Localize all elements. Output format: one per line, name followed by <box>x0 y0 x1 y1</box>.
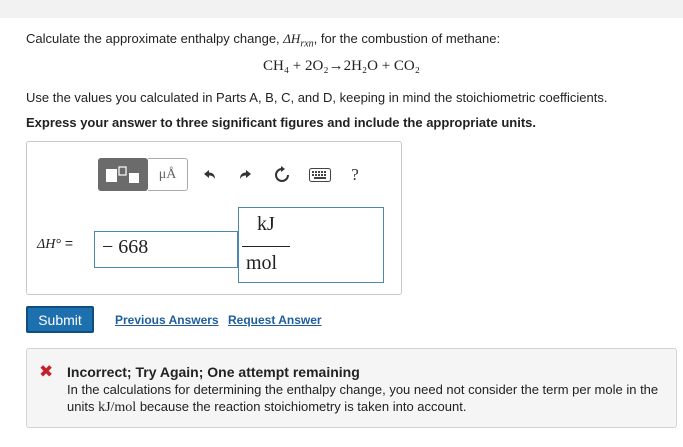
equals-sign: = <box>60 235 74 251</box>
answer-value-input[interactable]: − 668 <box>94 231 238 268</box>
rxn-subscript: rxn <box>300 38 314 50</box>
intro-text: Calculate the approximate enthalpy chang… <box>26 31 284 46</box>
templates-icon <box>106 166 139 183</box>
unit-numerator: kJ <box>257 213 275 235</box>
answer-label: ΔH° = <box>37 235 73 253</box>
request-answer-link[interactable]: Request Answer <box>228 313 322 327</box>
feedback-title: Incorrect; Try Again; One attempt remain… <box>67 364 360 380</box>
express-instructions: Express your answer to three significant… <box>26 115 536 130</box>
feedback-units: kJ/mol <box>98 400 137 415</box>
reset-icon[interactable] <box>273 165 291 185</box>
unit-denominator: mol <box>246 252 278 274</box>
reaction-equation: CH₄ + 2O₂→2H₂O + CO₂ <box>262 58 420 74</box>
undo-icon[interactable] <box>201 165 217 185</box>
intro-text-end: , for the combustion of methane: <box>313 31 501 46</box>
fraction-bar <box>242 246 290 247</box>
question-intro: Calculate the approximate enthalpy chang… <box>26 31 500 50</box>
delta-h-symbol: ΔH <box>283 31 301 46</box>
x-icon: ✖ <box>39 362 54 381</box>
top-strip <box>0 0 683 18</box>
previous-answers-link[interactable]: Previous Answers <box>115 313 219 327</box>
feedback-text: In the calculations for determining the … <box>67 381 667 416</box>
feedback-text-end: because the reaction stoichiometry is ta… <box>136 399 467 414</box>
help-button[interactable]: ? <box>348 165 362 185</box>
delta-h-standard-symbol: ΔH° <box>37 237 61 252</box>
submit-button[interactable]: Submit <box>26 306 94 333</box>
redo-icon[interactable] <box>238 165 254 185</box>
templates-button[interactable] <box>98 158 148 191</box>
keyboard-icon[interactable] <box>309 165 331 185</box>
symbols-button[interactable]: μÅ <box>148 158 188 191</box>
instructions-text: Use the values you calculated in Parts A… <box>26 90 608 105</box>
